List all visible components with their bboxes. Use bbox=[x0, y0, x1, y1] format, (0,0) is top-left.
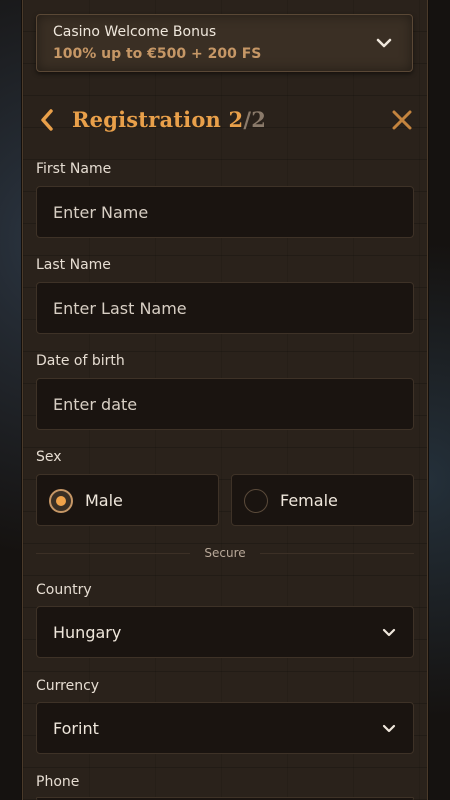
chevron-left-icon[interactable] bbox=[36, 106, 58, 134]
country-value: Hungary bbox=[53, 623, 122, 642]
first-name-field-box bbox=[36, 186, 414, 238]
sex-option-female[interactable]: Female bbox=[231, 474, 414, 526]
bonus-subtitle: 100% up to €500 + 200 FS bbox=[53, 46, 262, 62]
secure-divider: Secure bbox=[36, 546, 414, 560]
radio-label-female: Female bbox=[280, 491, 338, 510]
sex-label: Sex bbox=[36, 449, 62, 465]
first-name-input[interactable] bbox=[37, 187, 413, 237]
chevron-down-icon bbox=[382, 724, 396, 733]
divider-text: Secure bbox=[204, 546, 246, 560]
last-name-field-box bbox=[36, 282, 414, 334]
title-text: Registration bbox=[72, 107, 222, 132]
page-title: Registration 2/2 bbox=[72, 107, 266, 132]
radio-unselected-icon bbox=[244, 489, 268, 513]
radio-selected-icon bbox=[49, 489, 73, 513]
sex-option-male[interactable]: Male bbox=[36, 474, 219, 526]
chevron-down-icon bbox=[382, 628, 396, 637]
bonus-title: Casino Welcome Bonus bbox=[53, 24, 217, 40]
registration-header: Registration 2/2 bbox=[36, 104, 414, 136]
country-label: Country bbox=[36, 582, 92, 598]
radio-label-male: Male bbox=[85, 491, 123, 510]
chevron-down-icon[interactable] bbox=[374, 33, 394, 53]
country-select[interactable]: Hungary bbox=[36, 606, 414, 658]
dob-field-box bbox=[36, 378, 414, 430]
close-icon[interactable] bbox=[390, 108, 414, 132]
first-name-label: First Name bbox=[36, 161, 112, 177]
step-current: 2 bbox=[228, 107, 244, 132]
currency-value: Forint bbox=[53, 719, 99, 738]
last-name-input[interactable] bbox=[37, 283, 413, 333]
dob-input[interactable] bbox=[37, 379, 413, 429]
currency-label: Currency bbox=[36, 678, 100, 694]
welcome-bonus-banner[interactable]: Casino Welcome Bonus 100% up to €500 + 2… bbox=[36, 14, 413, 72]
phone-label: Phone bbox=[36, 774, 80, 790]
last-name-label: Last Name bbox=[36, 257, 111, 273]
step-total: 2 bbox=[251, 107, 267, 132]
currency-select[interactable]: Forint bbox=[36, 702, 414, 754]
dob-label: Date of birth bbox=[36, 353, 125, 369]
